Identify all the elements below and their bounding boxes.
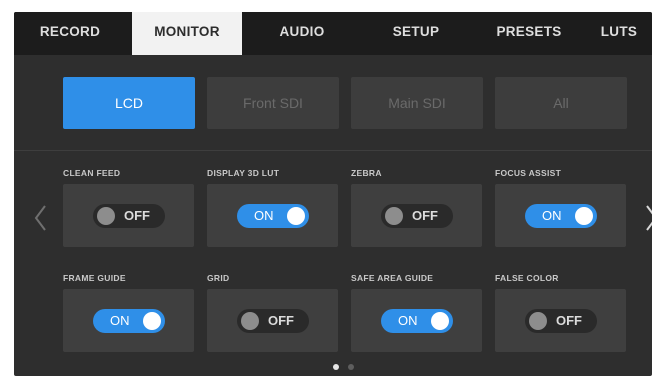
focus-assist-state: ON [542,208,562,223]
display-3d-lut-tile: ON [207,184,338,247]
zebra-state: OFF [412,208,438,223]
false-color-tile: OFF [495,289,626,352]
safe-area-guide-label: SAFE AREA GUIDE [351,273,434,283]
toggle-knob [385,207,403,225]
tab-record[interactable]: RECORD [14,12,126,55]
tab-setup[interactable]: SETUP [360,12,472,55]
false-color-label: FALSE COLOR [495,273,559,283]
safe-area-guide-tile: ON [351,289,482,352]
display-3d-lut-label: DISPLAY 3D LUT [207,168,280,178]
toggle-knob [431,312,449,330]
tab-presets[interactable]: PRESETS [472,12,586,55]
toggle-knob [97,207,115,225]
false-color-toggle[interactable]: OFF [525,309,597,333]
safe-area-guide-state: ON [398,313,418,328]
toggle-knob [241,312,259,330]
clean-feed-toggle[interactable]: OFF [93,204,165,228]
toggle-knob [575,207,593,225]
grid-tile: OFF [207,289,338,352]
display-3d-lut-state: ON [254,208,274,223]
output-front-sdi-button[interactable]: Front SDI [207,77,339,129]
toggle-knob [143,312,161,330]
tab-luts[interactable]: LUTS [586,12,652,55]
output-all-button[interactable]: All [495,77,627,129]
toggle-knob [529,312,547,330]
grid-state: OFF [268,313,294,328]
clean-feed-state: OFF [124,208,150,223]
grid-toggle[interactable]: OFF [237,309,309,333]
tab-bar: RECORD MONITOR AUDIO SETUP PRESETS LUTS [14,12,652,55]
clean-feed-label: CLEAN FEED [63,168,121,178]
frame-guide-state: ON [110,313,130,328]
safe-area-guide-toggle[interactable]: ON [381,309,453,333]
toggle-knob [287,207,305,225]
frame-guide-tile: ON [63,289,194,352]
page-dot-active[interactable] [333,364,339,370]
tab-monitor[interactable]: MONITOR [132,12,242,55]
display-3d-lut-toggle[interactable]: ON [237,204,309,228]
frame-guide-label: FRAME GUIDE [63,273,126,283]
zebra-toggle[interactable]: OFF [381,204,453,228]
section-divider [14,150,652,151]
false-color-state: OFF [556,313,582,328]
tab-audio[interactable]: AUDIO [244,12,360,55]
focus-assist-tile: ON [495,184,626,247]
chevron-right-icon[interactable] [640,198,652,238]
output-lcd-button[interactable]: LCD [63,77,195,129]
focus-assist-toggle[interactable]: ON [525,204,597,228]
camera-screen: RECORD MONITOR AUDIO SETUP PRESETS LUTS … [14,12,652,376]
clean-feed-tile: OFF [63,184,194,247]
zebra-label: ZEBRA [351,168,382,178]
zebra-tile: OFF [351,184,482,247]
output-main-sdi-button[interactable]: Main SDI [351,77,483,129]
frame-guide-toggle[interactable]: ON [93,309,165,333]
chevron-left-icon[interactable] [30,198,52,238]
grid-label: GRID [207,273,230,283]
page-dot-inactive[interactable] [348,364,354,370]
focus-assist-label: FOCUS ASSIST [495,168,562,178]
